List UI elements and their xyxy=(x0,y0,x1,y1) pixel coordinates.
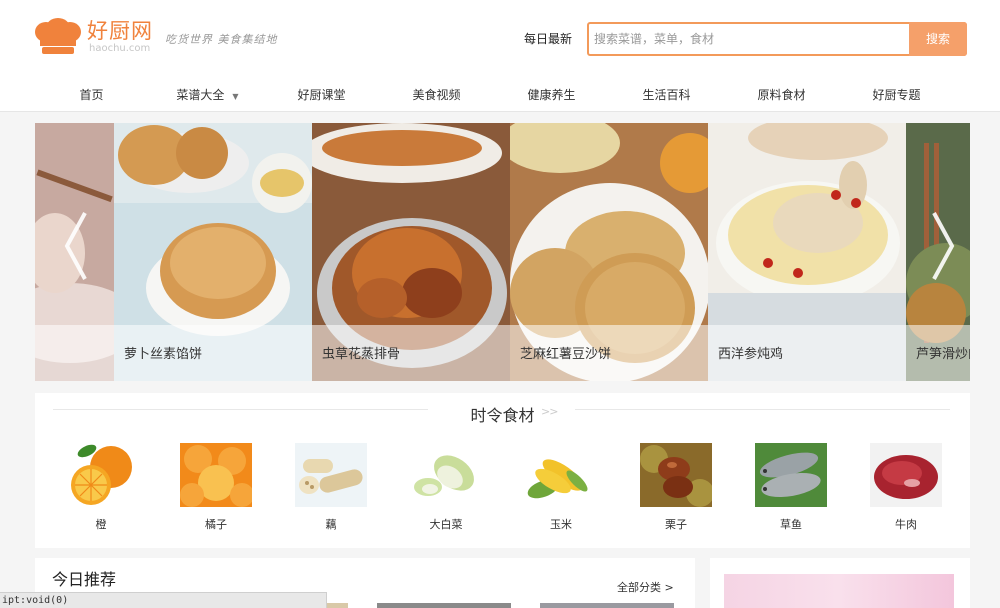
search-input[interactable] xyxy=(589,24,909,54)
carousel-slide[interactable]: 西洋参炖鸡 xyxy=(708,123,906,381)
nav-label: 健康养生 xyxy=(527,88,576,102)
search-button[interactable]: 搜索 xyxy=(909,22,967,56)
slide-caption: 萝卜丝素馅饼 xyxy=(124,347,203,362)
slide-caption: 芝麻红薯豆沙饼 xyxy=(520,347,612,362)
nav-label: 好厨专题 xyxy=(872,88,921,102)
ingredient-item[interactable]: 玉米 xyxy=(525,443,597,532)
ingredient-item[interactable]: 橘子 xyxy=(180,443,254,532)
recipe-thumbnail[interactable] xyxy=(377,603,511,608)
nav-label: 生活百科 xyxy=(642,88,691,102)
carousel-prev-arrow[interactable] xyxy=(61,211,91,281)
ingredient-item[interactable]: 草鱼 xyxy=(755,443,827,532)
slide-caption: 芦笋滑炒肉 xyxy=(916,347,970,362)
carousel-slide[interactable]: 虫草花蒸排骨 xyxy=(312,123,510,381)
nav-item-classroom[interactable]: 好厨课堂 xyxy=(264,78,379,112)
recipe-thumbnail[interactable] xyxy=(540,603,674,608)
carousel-next-arrow[interactable] xyxy=(928,211,958,281)
ingredient-label: 橘子 xyxy=(205,518,227,531)
ingredient-item[interactable]: 藕 xyxy=(295,443,367,532)
daily-latest-link[interactable]: 每日最新 xyxy=(524,30,572,47)
nav-label: 原料食材 xyxy=(757,88,806,102)
nav-item-videos[interactable]: 美食视频 xyxy=(379,78,494,112)
ingredient-label: 栗子 xyxy=(665,518,687,531)
ingredient-label: 牛肉 xyxy=(895,518,917,531)
tangerine-icon xyxy=(180,443,254,507)
ingredient-label: 大白菜 xyxy=(429,518,463,531)
ingredient-label: 橙 xyxy=(95,518,107,531)
main-nav: 首页 菜谱大全 ▼ 好厨课堂 美食视频 健康养生 生活百科 原料食材 好厨专题 xyxy=(0,78,1000,112)
section-title: 今日推荐 xyxy=(52,570,117,589)
chevron-down-icon: ▼ xyxy=(232,92,239,101)
nav-item-health[interactable]: 健康养生 xyxy=(494,78,609,112)
ingredient-item[interactable]: 大白菜 xyxy=(410,443,482,532)
site-header: 好厨网 haochu.com 吃货世界 美食集结地 每日最新 搜索 xyxy=(0,0,1000,78)
hero-carousel: 萝卜丝素馅饼 虫草花蒸排骨 芝麻红薯豆沙饼 西洋参炖鸡 芦笋滑炒 xyxy=(35,123,970,381)
chestnut-icon xyxy=(640,443,714,507)
nav-item-recipes[interactable]: 菜谱大全 ▼ xyxy=(150,78,265,112)
fish-icon xyxy=(755,443,827,507)
slide-caption: 西洋参炖鸡 xyxy=(718,347,784,362)
logo-text: 好厨网 xyxy=(87,19,153,43)
nav-item-ingredients[interactable]: 原料食材 xyxy=(724,78,839,112)
caption-bar: 虫草花蒸排骨 xyxy=(312,325,510,381)
search-box: 搜索 xyxy=(587,22,967,56)
carousel-slide[interactable]: 芝麻红薯豆沙饼 xyxy=(510,123,708,381)
ingredient-item[interactable]: 橙 xyxy=(65,443,137,532)
browser-status-bar: ipt:void(0) xyxy=(0,592,327,608)
seasonal-ingredients: 时令食材 >> 橙 橘子 藕 大白菜 玉米 栗子 草鱼 牛肉 xyxy=(35,393,970,548)
side-banner-image[interactable] xyxy=(724,574,954,608)
carousel-slide[interactable]: 萝卜丝素馅饼 xyxy=(114,123,312,381)
section-title: 时令食材 xyxy=(470,406,535,425)
lotus-root-icon xyxy=(295,443,367,507)
caption-bar xyxy=(35,325,114,381)
cabbage-icon xyxy=(414,455,474,496)
nav-label: 首页 xyxy=(79,88,104,102)
side-panel xyxy=(710,558,970,608)
all-categories-link[interactable]: 全部分类 > xyxy=(617,579,674,595)
caption-bar: 芝麻红薯豆沙饼 xyxy=(510,325,708,381)
logo-domain: haochu.com xyxy=(89,43,151,54)
slogan: 吃货世界 美食集结地 xyxy=(165,33,278,46)
nav-label: 好厨课堂 xyxy=(297,88,346,102)
corn-icon xyxy=(527,459,588,499)
nav-label: 菜谱大全 xyxy=(176,88,225,102)
chef-hat-icon xyxy=(35,18,81,54)
orange-icon xyxy=(71,444,132,505)
nav-item-life[interactable]: 生活百科 xyxy=(609,78,724,112)
site-logo[interactable]: 好厨网 haochu.com xyxy=(34,18,162,58)
caption-bar: 萝卜丝素馅饼 xyxy=(114,325,312,381)
caption-bar: 芦笋滑炒肉 xyxy=(906,325,970,381)
ingredient-item[interactable]: 牛肉 xyxy=(870,443,942,532)
caption-bar: 西洋参炖鸡 xyxy=(708,325,906,381)
more-link[interactable]: >> xyxy=(541,405,558,418)
ingredient-label: 藕 xyxy=(325,518,337,531)
slide-caption: 虫草花蒸排骨 xyxy=(322,347,401,362)
ingredient-item[interactable]: 栗子 xyxy=(640,443,714,532)
nav-item-home[interactable]: 首页 xyxy=(34,78,149,112)
nav-item-topics[interactable]: 好厨专题 xyxy=(839,78,954,112)
nav-label: 美食视频 xyxy=(412,88,461,102)
ingredient-label: 草鱼 xyxy=(780,518,802,531)
beef-icon xyxy=(870,443,942,507)
ingredient-label: 玉米 xyxy=(550,518,572,531)
